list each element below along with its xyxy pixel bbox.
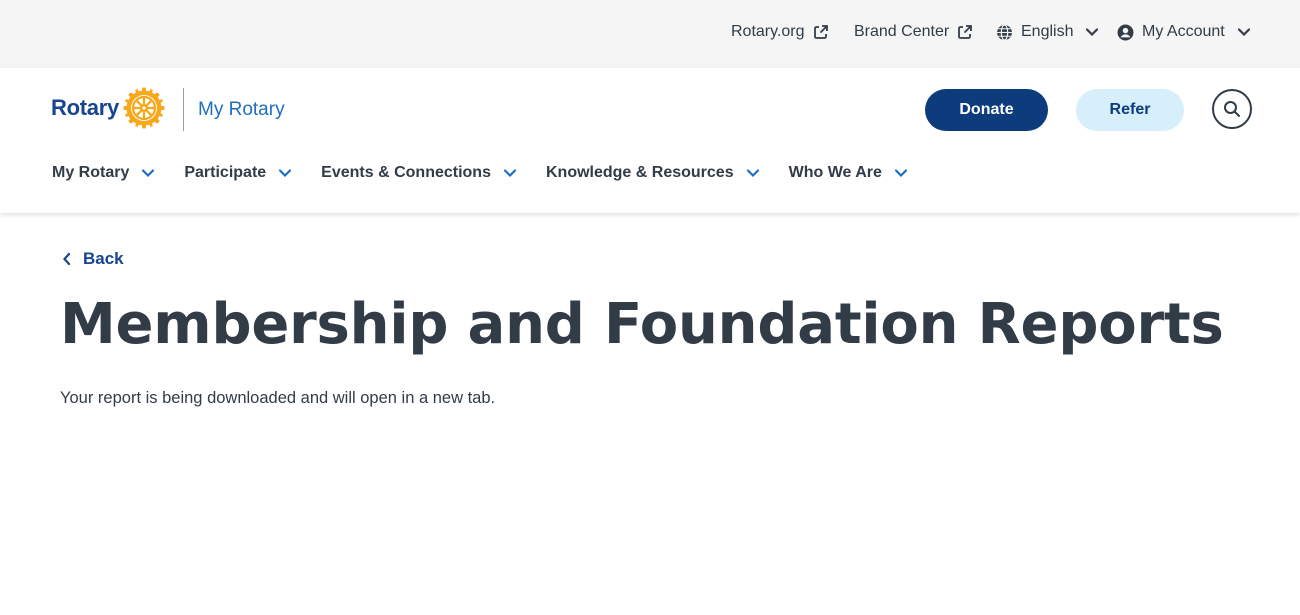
nav-item-events-connections[interactable]: Events & Connections	[321, 164, 517, 182]
nav-item-participate[interactable]: Participate	[184, 164, 292, 182]
chevron-left-icon	[63, 252, 71, 266]
page-title: Membership and Foundation Reports	[60, 292, 1224, 357]
nav-item-my-rotary[interactable]: My Rotary	[52, 164, 155, 182]
nav-item-label: Who We Are	[788, 164, 882, 181]
download-status-message: Your report is being downloaded and will…	[60, 389, 496, 407]
external-link-icon	[813, 25, 828, 39]
rotary-wheel-icon	[123, 87, 165, 129]
rotary-org-label: Rotary.org	[731, 23, 805, 40]
chevron-down-icon	[746, 169, 759, 178]
refer-button[interactable]: Refer	[1076, 89, 1184, 131]
chevron-down-icon	[503, 169, 517, 178]
utility-bar: Rotary.org Brand Center English My Accou…	[0, 0, 1300, 68]
nav-item-label: My Rotary	[52, 164, 130, 181]
nav-item-label: Participate	[184, 164, 267, 181]
language-label: English	[1021, 23, 1074, 40]
logo-divider	[183, 88, 184, 131]
logo-wordmark: Rotary	[51, 95, 119, 120]
nav-item-who-we-are[interactable]: Who We Are	[789, 164, 908, 182]
chevron-down-icon	[894, 169, 908, 178]
main-nav: My Rotary Participate Events & Connectio…	[52, 162, 938, 184]
rotary-org-link[interactable]: Rotary.org	[731, 21, 829, 43]
chevron-down-icon	[142, 169, 155, 178]
site-header: Rotary My Rotary Donate Refer My Rotary …	[0, 68, 1300, 213]
back-label: Back	[83, 249, 124, 268]
back-link[interactable]: Back	[62, 249, 124, 269]
nav-item-label: Events & Connections	[321, 164, 491, 181]
nav-item-label: Knowledge & Resources	[545, 164, 734, 181]
site-name[interactable]: My Rotary	[198, 99, 285, 121]
nav-item-knowledge-resources[interactable]: Knowledge & Resources	[546, 164, 760, 182]
chevron-down-icon	[1086, 28, 1099, 37]
user-circle-icon	[1117, 24, 1134, 40]
chevron-down-icon	[1237, 28, 1250, 37]
external-link-icon	[958, 25, 973, 39]
search-button[interactable]	[1212, 89, 1252, 129]
donate-button[interactable]: Donate	[925, 89, 1048, 131]
search-icon	[1224, 101, 1240, 117]
rotary-logo[interactable]: Rotary	[51, 87, 165, 129]
chevron-down-icon	[279, 169, 292, 178]
account-label: My Account	[1142, 23, 1225, 40]
account-menu[interactable]: My Account	[1117, 21, 1251, 43]
brand-center-link[interactable]: Brand Center	[854, 21, 973, 43]
brand-center-label: Brand Center	[854, 23, 950, 40]
globe-icon	[997, 23, 1012, 41]
language-selector[interactable]: English	[996, 21, 1099, 43]
